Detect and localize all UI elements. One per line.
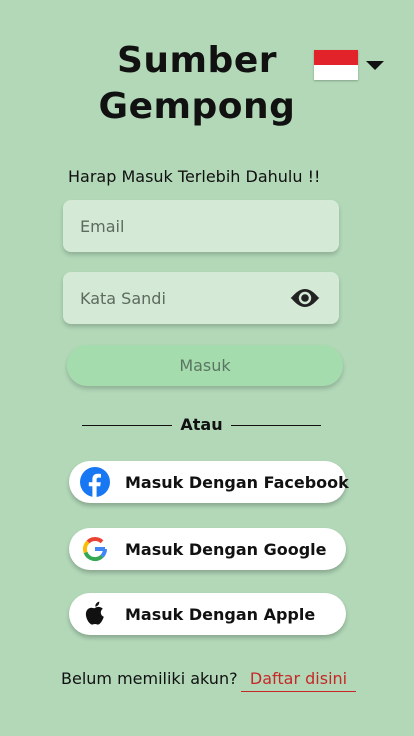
- login-button[interactable]: Masuk: [67, 345, 343, 386]
- facebook-icon: [80, 467, 110, 497]
- register-link[interactable]: Daftar disini: [241, 669, 356, 692]
- email-placeholder: Email: [80, 216, 125, 236]
- app-title-line-1: Sumber: [116, 40, 277, 81]
- divider-left: [82, 425, 172, 426]
- password-placeholder: Kata Sandi: [80, 288, 166, 308]
- app-title-line-2: Gempong: [98, 86, 296, 127]
- apple-login-label: Masuk Dengan Apple: [125, 604, 316, 624]
- google-login-button[interactable]: Masuk Dengan Google: [69, 528, 346, 570]
- facebook-login-button[interactable]: Masuk Dengan Facebook: [69, 461, 349, 503]
- google-icon: [80, 534, 110, 564]
- chevron-down-icon: [366, 60, 384, 70]
- divider-right: [231, 425, 321, 426]
- email-field[interactable]: Email: [63, 200, 339, 252]
- language-selector[interactable]: [314, 50, 384, 80]
- indonesia-flag-icon: [314, 50, 358, 80]
- google-login-label: Masuk Dengan Google: [125, 539, 327, 559]
- facebook-login-label: Masuk Dengan Facebook: [125, 472, 349, 492]
- no-account-text: Belum memiliki akun?: [61, 669, 238, 688]
- app-title: Sumber Gempong: [92, 38, 302, 130]
- password-field[interactable]: Kata Sandi: [63, 272, 339, 324]
- login-prompt: Harap Masuk Terlebih Dahulu !!: [68, 167, 321, 186]
- apple-login-button[interactable]: Masuk Dengan Apple: [69, 593, 346, 635]
- separator-label: Atau: [180, 415, 223, 434]
- apple-icon: [80, 599, 110, 629]
- eye-icon[interactable]: [289, 286, 321, 310]
